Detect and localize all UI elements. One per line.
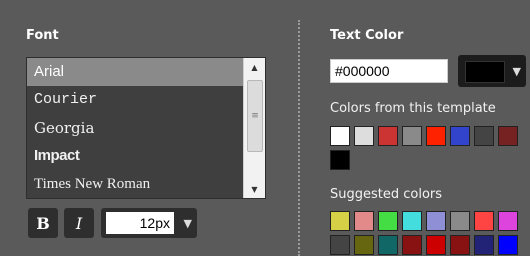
font-option-georgia[interactable]: Georgia xyxy=(27,114,243,142)
color-swatch[interactable] xyxy=(330,235,350,255)
italic-button[interactable]: I xyxy=(64,208,94,238)
color-swatch[interactable] xyxy=(354,126,374,146)
chevron-down-icon[interactable]: ▼ xyxy=(184,217,192,230)
color-swatch[interactable] xyxy=(474,126,494,146)
font-option-impact[interactable]: Impact xyxy=(27,142,243,170)
color-swatch[interactable] xyxy=(426,126,446,146)
color-swatch[interactable] xyxy=(354,235,374,255)
font-option-arial[interactable]: Arial xyxy=(27,58,243,86)
color-swatch[interactable] xyxy=(378,235,398,255)
scroll-down-arrow-icon[interactable]: ▼ xyxy=(244,180,265,198)
bold-button[interactable]: B xyxy=(28,208,58,238)
template-colors-grid xyxy=(330,126,518,170)
text-format-panel: Font Arial Courier Georgia Impact Times … xyxy=(0,0,530,256)
color-picker-dropdown[interactable]: ▼ xyxy=(458,55,526,87)
color-swatch[interactable] xyxy=(378,126,398,146)
font-size-select[interactable]: 12px ▼ xyxy=(101,208,197,238)
color-swatch[interactable] xyxy=(450,235,470,255)
font-option-times-new-roman[interactable]: Times New Roman xyxy=(27,170,243,198)
color-swatch[interactable] xyxy=(474,235,494,255)
font-size-field[interactable]: 12px xyxy=(106,212,174,234)
color-swatch[interactable] xyxy=(402,235,422,255)
color-swatch[interactable] xyxy=(450,126,470,146)
color-swatch[interactable] xyxy=(498,235,518,255)
suggested-colors-title: Suggested colors xyxy=(330,187,443,202)
current-color-swatch xyxy=(465,61,505,83)
color-swatch[interactable] xyxy=(330,126,350,146)
scroll-thumb[interactable]: ≡ xyxy=(247,80,263,152)
color-swatch[interactable] xyxy=(498,126,518,146)
color-swatch[interactable] xyxy=(426,235,446,255)
font-option-courier[interactable]: Courier xyxy=(27,86,243,114)
template-colors-title: Colors from this template xyxy=(330,101,496,116)
color-swatch[interactable] xyxy=(330,211,350,231)
hex-color-input[interactable]: #000000 xyxy=(330,59,448,83)
section-divider xyxy=(298,20,300,256)
color-swatch[interactable] xyxy=(402,211,422,231)
color-swatch[interactable] xyxy=(426,211,446,231)
font-list-scrollbar[interactable]: ▲ ≡ ▼ xyxy=(243,58,265,198)
color-swatch[interactable] xyxy=(330,150,350,170)
suggested-colors-grid xyxy=(330,211,518,255)
color-swatch[interactable] xyxy=(354,211,374,231)
color-swatch[interactable] xyxy=(378,211,398,231)
color-swatch[interactable] xyxy=(450,211,470,231)
color-swatch[interactable] xyxy=(402,126,422,146)
color-swatch[interactable] xyxy=(474,211,494,231)
font-listbox[interactable]: Arial Courier Georgia Impact Times New R… xyxy=(26,57,266,199)
scroll-up-arrow-icon[interactable]: ▲ xyxy=(244,58,265,76)
font-section-title: Font xyxy=(26,28,59,43)
color-swatch[interactable] xyxy=(498,211,518,231)
text-color-title: Text Color xyxy=(330,28,404,43)
chevron-down-icon[interactable]: ▼ xyxy=(513,65,521,78)
